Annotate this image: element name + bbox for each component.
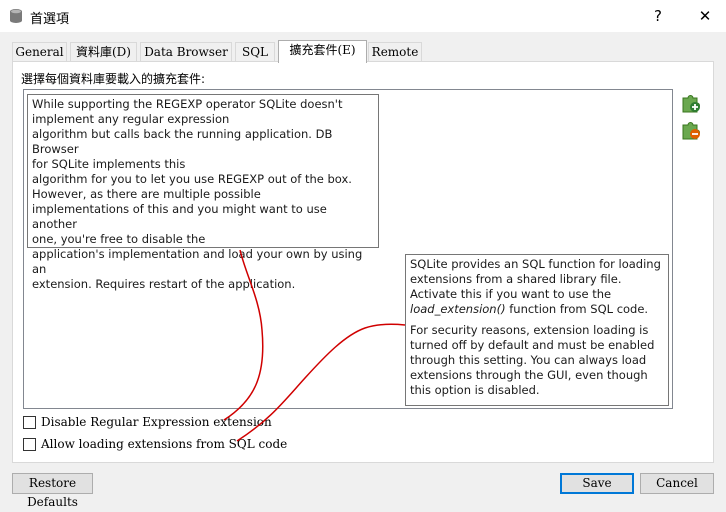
tooltip-line: algorithm for you to let you use REGEXP … bbox=[32, 172, 352, 186]
tooltip-text: function from SQL code. bbox=[505, 302, 649, 316]
tab-database[interactable]: 資料庫(D) bbox=[70, 42, 137, 62]
regexp-tooltip: While supporting the REGEXP operator SQL… bbox=[27, 94, 379, 291]
tooltip-text: SQLite provides an SQL function for load… bbox=[410, 257, 661, 301]
tooltip-line: However, as there are multiple possible bbox=[32, 187, 261, 201]
tab-extensions[interactable]: 擴充套件(E) bbox=[278, 40, 367, 63]
tooltip-paragraph: For security reasons, extension loading … bbox=[410, 323, 655, 397]
disable-regex-label: Disable Regular Expression extension bbox=[41, 415, 272, 429]
close-button[interactable]: ✕ bbox=[690, 4, 720, 28]
tooltip-line: for SQLite implements this bbox=[32, 157, 186, 171]
extension-remove-icon[interactable] bbox=[680, 119, 702, 141]
tooltip-line: application's implementation and load yo… bbox=[32, 247, 363, 276]
database-icon bbox=[10, 9, 22, 23]
load-extension-tooltip: SQLite provides an SQL function for load… bbox=[405, 254, 669, 406]
tooltip-line: algorithm but calls back the running app… bbox=[32, 127, 333, 156]
function-name: load_extension() bbox=[410, 302, 506, 316]
tooltip-line: implement any regular expression bbox=[32, 112, 230, 126]
tooltip-line: While supporting the REGEXP operator SQL… bbox=[32, 97, 343, 111]
restore-defaults-button[interactable]: Restore Defaults bbox=[12, 473, 93, 509]
allow-loading-label: Allow loading extensions from SQL code bbox=[41, 437, 288, 451]
tab-general[interactable]: General bbox=[12, 42, 67, 62]
extension-add-icon[interactable] bbox=[680, 92, 702, 114]
cancel-button[interactable]: Cancel bbox=[640, 473, 714, 494]
tooltip-line: extension. Requires restart of the appli… bbox=[32, 277, 296, 291]
tab-remote[interactable]: Remote bbox=[368, 42, 422, 62]
tab-data-browser[interactable]: Data Browser bbox=[140, 42, 232, 62]
allow-loading-checkbox[interactable] bbox=[23, 438, 36, 451]
extensions-label: 選擇每個資料庫要載入的擴充套件: bbox=[21, 72, 206, 86]
tooltip-paragraph: SQLite provides an SQL function for load… bbox=[410, 257, 664, 317]
tab-sql[interactable]: SQL bbox=[235, 42, 275, 62]
title-bar: 首選項 ? ✕ bbox=[0, 0, 726, 32]
window-title: 首選項 bbox=[30, 12, 70, 27]
save-button[interactable]: Save bbox=[560, 473, 634, 494]
disable-regex-checkbox[interactable] bbox=[23, 416, 36, 429]
tooltip-line: one, you're free to disable the bbox=[32, 232, 206, 246]
tooltip-line: implementations of this and you might wa… bbox=[32, 202, 327, 231]
help-button[interactable]: ? bbox=[643, 4, 673, 28]
